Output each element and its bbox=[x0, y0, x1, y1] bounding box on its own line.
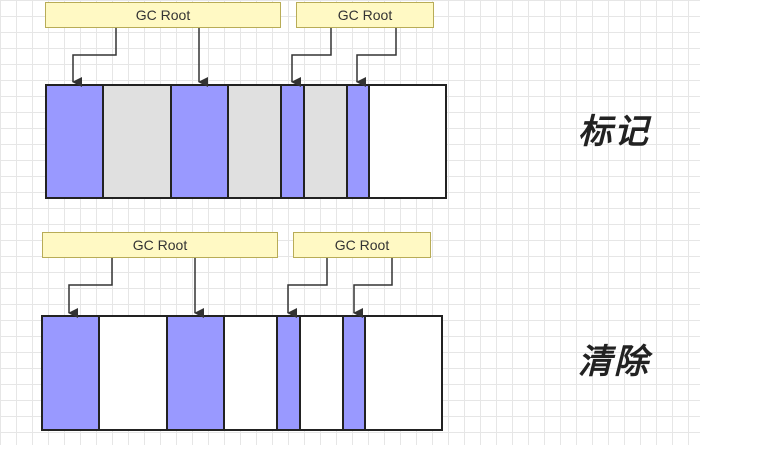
mark-memory-block-reachable bbox=[170, 84, 229, 199]
sweep-gc-root-label-1: GC Root bbox=[42, 232, 278, 258]
mark-memory-block-unreachable bbox=[227, 84, 282, 199]
mark-gc-root-label-2: GC Root bbox=[296, 2, 434, 28]
sweep-phase-memory bbox=[41, 258, 443, 431]
sweep-memory-block-reachable bbox=[166, 315, 225, 431]
sweep-memory-block-free bbox=[299, 315, 344, 431]
sweep-memory-block-free bbox=[364, 315, 443, 431]
mark-phase-title: 标记 bbox=[578, 112, 650, 152]
mark-memory-block-reachable bbox=[280, 84, 305, 199]
sweep-memory-block-free bbox=[98, 315, 168, 431]
sweep-root-arrow bbox=[287, 258, 328, 318]
diagram-canvas: GC Root GC Root GC Root GC Root 标记 清除 bbox=[0, 0, 758, 456]
diagram-svg bbox=[41, 28, 447, 431]
mark-memory-block-reachable bbox=[346, 84, 370, 199]
mark-memory-block-unreachable bbox=[102, 84, 172, 199]
mark-gc-root-label-1: GC Root bbox=[45, 2, 281, 28]
mark-root-arrow bbox=[291, 28, 332, 87]
sweep-phase-title: 清除 bbox=[578, 342, 650, 382]
sweep-gc-root-label-2: GC Root bbox=[293, 232, 431, 258]
mark-memory-block-unreachable bbox=[303, 84, 348, 199]
sweep-memory-block-free bbox=[223, 315, 278, 431]
mark-memory-block-reachable bbox=[45, 84, 104, 199]
sweep-memory-block-reachable bbox=[41, 315, 100, 431]
sweep-memory-block-reachable bbox=[342, 315, 366, 431]
sweep-root-arrow bbox=[68, 258, 113, 318]
mark-root-arrow bbox=[356, 28, 397, 87]
sweep-root-arrow bbox=[353, 258, 393, 318]
mark-memory-block-free bbox=[368, 84, 447, 199]
mark-phase-memory bbox=[45, 28, 447, 199]
sweep-memory-block-reachable bbox=[276, 315, 301, 431]
mark-root-arrow bbox=[72, 28, 117, 87]
